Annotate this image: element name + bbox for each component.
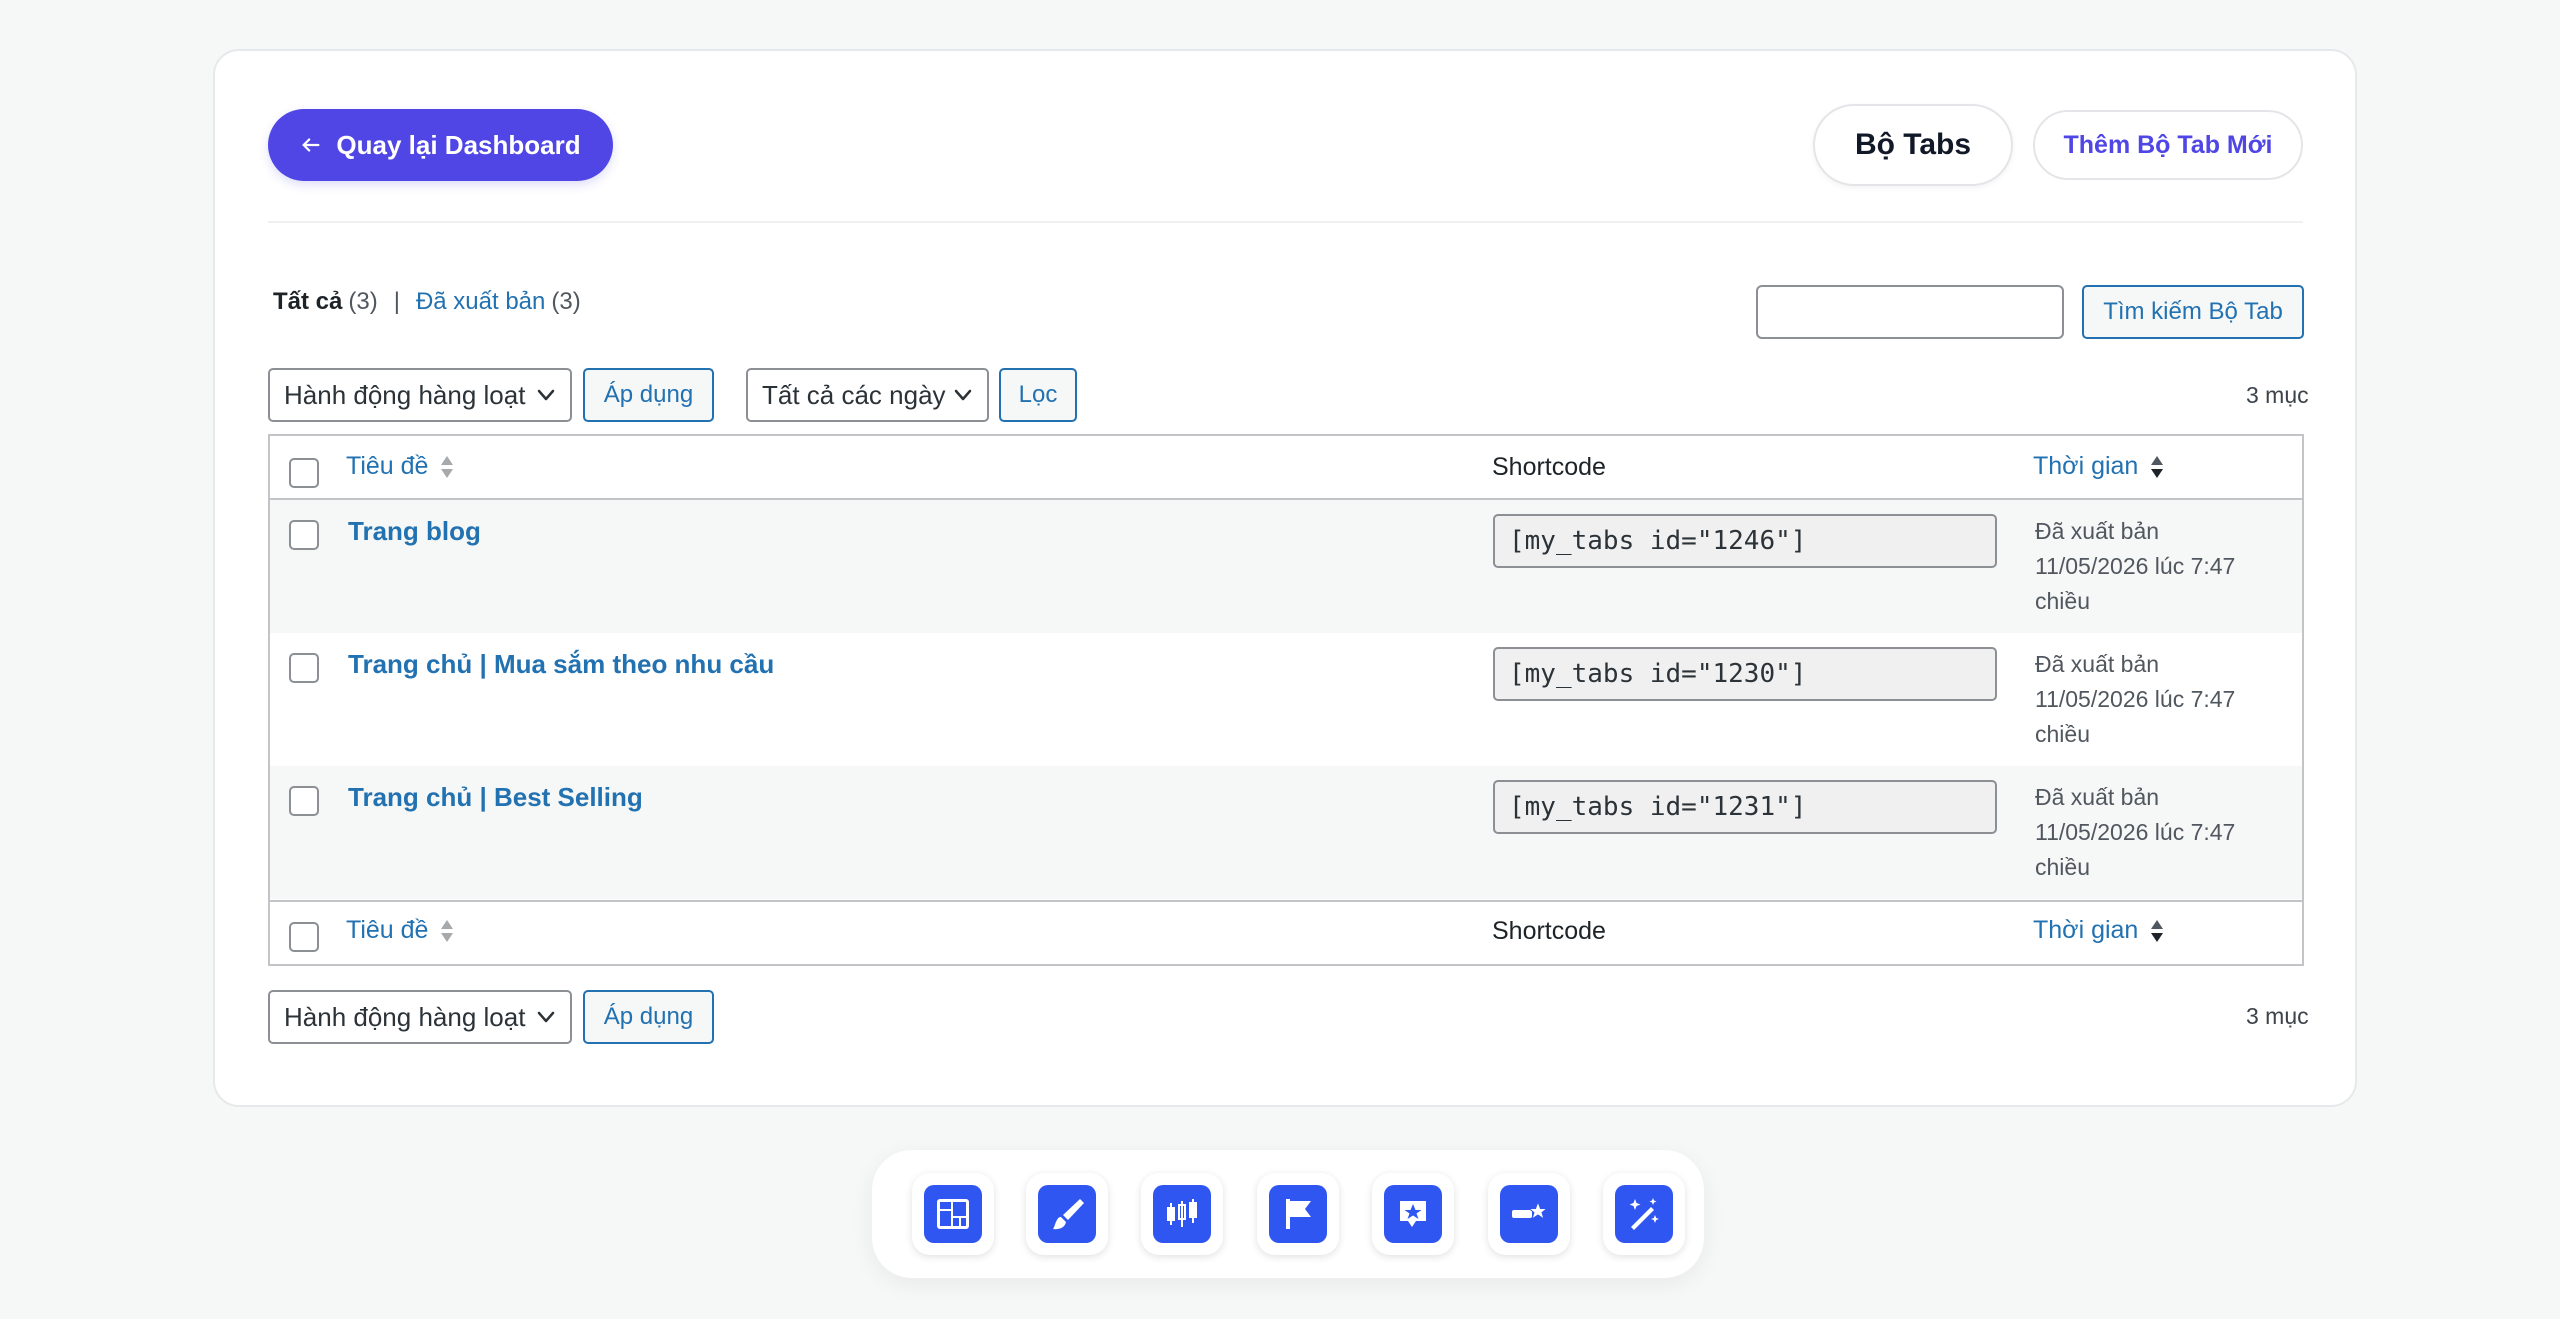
filter-all-count: (3) xyxy=(348,288,378,315)
row-date-value: 11/05/2026 lúc 7:47 xyxy=(2035,553,2236,579)
column-date-label: Thời gian xyxy=(2033,916,2139,944)
shortcode-field[interactable]: [my_tabs id="1246"] xyxy=(1493,514,1997,568)
sort-desc-icon xyxy=(2151,455,2164,478)
table-header: Tiêu đề Shortcode Thời gian xyxy=(270,436,2302,500)
filter-separator: | xyxy=(393,288,400,315)
select-all-checkbox-footer[interactable] xyxy=(289,922,319,952)
filter-all-label[interactable]: Tất cả xyxy=(273,288,342,316)
dock-tile xyxy=(1500,1185,1558,1243)
dock-item-dashboard[interactable] xyxy=(912,1173,994,1255)
status-filters: Tất cả (3) | Đã xuất bản (3) xyxy=(273,288,581,316)
dock-item-flag[interactable] xyxy=(1257,1173,1339,1255)
column-date-header[interactable]: Thời gian xyxy=(2033,452,2164,481)
dock-tile xyxy=(924,1185,982,1243)
filter-published-count: (3) xyxy=(551,288,581,315)
page-title: Bộ Tabs xyxy=(1813,104,2013,186)
dock-tile xyxy=(1269,1185,1327,1243)
items-count-top: 3 mục xyxy=(2246,382,2309,408)
row-date: Đã xuất bản 11/05/2026 lúc 7:47 chiều xyxy=(2035,647,2295,752)
row-date-value: 11/05/2026 lúc 7:47 xyxy=(2035,819,2236,845)
row-date-value: 11/05/2026 lúc 7:47 xyxy=(2035,686,2236,712)
row-status: Đã xuất bản xyxy=(2035,518,2160,544)
apply-button-top[interactable]: Áp dụng xyxy=(583,368,714,422)
table-footer: Tiêu đề Shortcode Thời gian xyxy=(270,900,2302,964)
row-date-suffix: chiều xyxy=(2035,854,2090,880)
column-shortcode-footer: Shortcode xyxy=(1492,917,1606,945)
column-date-footer[interactable]: Thời gian xyxy=(2033,916,2164,945)
bulk-action-value: Hành động hàng loạt xyxy=(284,1001,526,1032)
row-checkbox[interactable] xyxy=(289,786,319,816)
dock-item-progress[interactable] xyxy=(1488,1173,1570,1255)
arrow-left-icon xyxy=(302,138,320,152)
dock-item-chart[interactable] xyxy=(1141,1173,1223,1255)
search-input[interactable] xyxy=(1756,285,2064,339)
column-title-header[interactable]: Tiêu đề xyxy=(346,452,454,481)
select-all-checkbox[interactable] xyxy=(289,458,319,488)
progress-star-icon xyxy=(1512,1200,1549,1221)
dock-item-design[interactable] xyxy=(1026,1173,1108,1255)
row-checkbox[interactable] xyxy=(289,520,319,550)
paint-brush-icon xyxy=(1053,1199,1084,1230)
row-status: Đã xuất bản xyxy=(2035,651,2160,677)
search-button[interactable]: Tìm kiếm Bộ Tab xyxy=(2082,285,2304,339)
column-title-label: Tiêu đề xyxy=(346,916,429,944)
apply-button-bottom[interactable]: Áp dụng xyxy=(583,990,714,1044)
column-shortcode-header: Shortcode xyxy=(1492,453,1606,481)
chevron-down-icon xyxy=(537,1011,555,1023)
bottom-dock xyxy=(872,1150,1704,1278)
magic-wand-icon xyxy=(1629,1198,1659,1230)
layout-grid-icon xyxy=(937,1199,969,1229)
dock-item-magic[interactable] xyxy=(1603,1173,1685,1255)
row-title-link[interactable]: Trang chủ | Best Selling xyxy=(348,782,643,813)
dock-tile xyxy=(1153,1185,1211,1243)
column-title-label: Tiêu đề xyxy=(346,452,429,480)
dock-tile xyxy=(1384,1185,1442,1243)
column-title-footer[interactable]: Tiêu đề xyxy=(346,916,454,945)
dock-tile xyxy=(1615,1185,1673,1243)
flag-icon xyxy=(1286,1199,1311,1229)
row-checkbox[interactable] xyxy=(289,653,319,683)
sort-desc-icon xyxy=(2151,919,2164,942)
table-row: Trang chủ | Mua sắm theo nhu cầu [my_tab… xyxy=(270,633,2302,766)
date-filter-value: Tất cả các ngày xyxy=(762,379,946,410)
column-date-label: Thời gian xyxy=(2033,452,2139,480)
items-count-bottom: 3 mục xyxy=(2246,1003,2309,1029)
row-title-link[interactable]: Trang blog xyxy=(348,516,481,547)
candlestick-chart-icon xyxy=(1167,1199,1197,1227)
sort-icon xyxy=(441,919,454,942)
filter-published-link[interactable]: Đã xuất bản xyxy=(416,288,545,316)
sort-icon xyxy=(441,455,454,478)
dock-tile xyxy=(1038,1185,1096,1243)
row-date-suffix: chiều xyxy=(2035,721,2090,747)
row-date-suffix: chiều xyxy=(2035,588,2090,614)
header-divider xyxy=(268,221,2303,223)
back-button-label: Quay lại Dashboard xyxy=(336,129,581,160)
chevron-down-icon xyxy=(537,389,555,401)
table-row: Trang chủ | Best Selling [my_tabs id="12… xyxy=(270,766,2302,899)
row-status: Đã xuất bản xyxy=(2035,784,2160,810)
back-to-dashboard-button[interactable]: Quay lại Dashboard xyxy=(268,109,613,181)
bulk-action-select-bottom[interactable]: Hành động hàng loạt xyxy=(268,990,572,1044)
filter-button[interactable]: Lọc xyxy=(999,368,1077,422)
shortcode-field[interactable]: [my_tabs id="1230"] xyxy=(1493,647,1997,701)
tab-sets-table: Tiêu đề Shortcode Thời gian Trang blog [… xyxy=(268,434,2304,966)
row-title-link[interactable]: Trang chủ | Mua sắm theo nhu cầu xyxy=(348,649,774,680)
table-row: Trang blog [my_tabs id="1246"] Đã xuất b… xyxy=(270,500,2302,633)
bulk-action-select-top[interactable]: Hành động hàng loạt xyxy=(268,368,572,422)
star-badge-icon xyxy=(1400,1201,1426,1227)
chevron-down-icon xyxy=(954,389,972,401)
row-date: Đã xuất bản 11/05/2026 lúc 7:47 chiều xyxy=(2035,780,2295,885)
dock-item-reviews[interactable] xyxy=(1372,1173,1454,1255)
bulk-action-value: Hành động hàng loạt xyxy=(284,379,526,410)
date-filter-select[interactable]: Tất cả các ngày xyxy=(746,368,989,422)
add-new-tab-set-button[interactable]: Thêm Bộ Tab Mới xyxy=(2033,110,2303,180)
row-date: Đã xuất bản 11/05/2026 lúc 7:47 chiều xyxy=(2035,514,2295,619)
shortcode-field[interactable]: [my_tabs id="1231"] xyxy=(1493,780,1997,834)
